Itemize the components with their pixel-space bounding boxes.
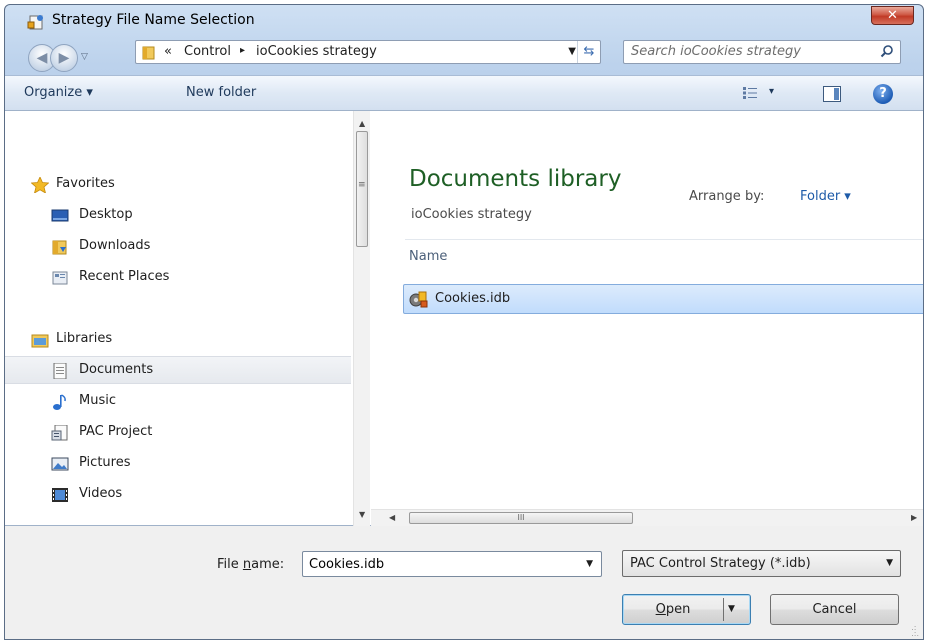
videos-icon (52, 488, 68, 502)
documents-icon (53, 363, 67, 379)
breadcrumb-iocookies-strategy[interactable]: ioCookies strategy (256, 44, 377, 59)
pictures-icon (51, 457, 69, 471)
refresh-button[interactable]: ⇆ (577, 41, 600, 63)
address-bar[interactable]: « Control ▸ ioCookies strategy ▼ ⇆ (135, 40, 601, 64)
breadcrumb-separator-icon[interactable]: ▸ (240, 45, 245, 56)
file-type-value: PAC Control Strategy (*.idb) (630, 556, 811, 571)
file-name-label: Cookies.idb (435, 291, 511, 306)
arrange-by-dropdown[interactable]: Folder ▾ (800, 189, 851, 204)
nav-item-pac-project[interactable]: PAC Project (5, 419, 351, 447)
open-options-dropdown-icon[interactable]: ▼ (728, 595, 735, 624)
nav-item-recent-places[interactable]: Recent Places (5, 264, 351, 292)
nav-item-label: Music (79, 393, 116, 408)
dialog-content: Favorites Desktop Downloads Recent Place… (5, 111, 923, 526)
nav-item-pictures[interactable]: Pictures (5, 450, 351, 478)
file-name-input[interactable] (303, 552, 573, 576)
close-button[interactable]: ✕ (871, 6, 914, 25)
nav-item-label: Downloads (79, 238, 151, 253)
nav-favorites[interactable]: Favorites (5, 171, 351, 199)
nav-item-label: Pictures (79, 455, 131, 470)
library-title: Documents library (409, 166, 622, 192)
search-input[interactable]: Search ioCookies strategy (631, 44, 801, 59)
libraries-icon (31, 334, 49, 348)
nav-item-videos[interactable]: Videos (5, 481, 351, 509)
navigation-bar: ◀ ▶ ▽ « Control ▸ ioCookies strategy ▼ ⇆… (5, 35, 923, 75)
folder-icon (142, 46, 155, 60)
window-title: Strategy File Name Selection (52, 12, 255, 28)
file-name-label: File name: (217, 557, 285, 572)
pac-project-icon (51, 425, 68, 441)
dialog-footer: File name: ▼ PAC Control Strategy (*.idb… (5, 526, 923, 639)
scroll-left-icon[interactable]: ◀ (389, 513, 395, 522)
resize-grip-icon[interactable]: .:.:. (911, 624, 919, 638)
file-type-select[interactable]: PAC Control Strategy (*.idb) ▼ (622, 550, 901, 577)
preview-pane-icon[interactable] (823, 86, 841, 102)
title-bar[interactable]: Strategy File Name Selection ✕ (5, 5, 923, 35)
nav-item-label: Recent Places (79, 269, 170, 284)
file-list-horizontal-scrollbar[interactable]: ◀ III ▶ (371, 509, 923, 526)
navigation-pane-scrollbar[interactable]: ▲ ▼ (353, 111, 370, 526)
open-button-label: Open (655, 602, 691, 617)
nav-item-label: Documents (79, 362, 154, 377)
scrollbar-thumb[interactable]: III (409, 512, 633, 524)
nav-item-music[interactable]: Music (5, 388, 351, 416)
views-dropdown-icon[interactable]: ▾ (769, 86, 774, 97)
file-type-dropdown-icon[interactable]: ▼ (886, 558, 893, 568)
address-overflow-chevron[interactable]: « (164, 44, 172, 59)
nav-item-label: Desktop (79, 207, 133, 222)
forward-arrow-icon: ▶ (58, 50, 70, 66)
open-button[interactable]: Open ▼ (622, 594, 751, 625)
music-icon (53, 394, 66, 410)
recent-places-icon (52, 271, 68, 285)
strategy-app-icon (27, 15, 43, 30)
scroll-up-icon[interactable]: ▲ (359, 119, 365, 128)
nav-favorites-label: Favorites (56, 176, 115, 191)
views-icon[interactable] (742, 86, 758, 100)
search-box[interactable]: Search ioCookies strategy (623, 40, 901, 64)
search-icon[interactable] (880, 44, 894, 58)
file-list-pane: Documents library ioCookies strategy Arr… (371, 111, 923, 525)
scroll-right-icon[interactable]: ▶ (911, 513, 917, 522)
file-row-cookies[interactable]: Cookies.idb (403, 284, 923, 314)
file-name-dropdown-icon[interactable]: ▼ (586, 559, 593, 569)
column-header-divider (405, 239, 923, 240)
refresh-icon: ⇆ (583, 44, 595, 59)
downloads-folder-icon (52, 240, 67, 255)
strategy-file-icon (409, 291, 428, 308)
open-button-divider (723, 598, 724, 621)
desktop-icon (51, 209, 69, 222)
nav-item-label: Videos (79, 486, 123, 501)
file-name-combobox[interactable]: ▼ (302, 551, 602, 577)
star-icon (31, 177, 49, 193)
new-folder-button[interactable]: New folder (186, 85, 256, 100)
nav-item-label: PAC Project (79, 424, 153, 439)
library-subtitle: ioCookies strategy (411, 207, 532, 222)
column-header-name[interactable]: Name (409, 249, 447, 264)
nav-item-desktop[interactable]: Desktop (5, 202, 351, 230)
nav-libraries[interactable]: Libraries (5, 326, 351, 354)
nav-libraries-label: Libraries (56, 331, 113, 346)
address-dropdown-icon[interactable]: ▼ (568, 46, 576, 57)
help-icon[interactable]: ? (873, 84, 893, 104)
file-dialog-window: Strategy File Name Selection ✕ ◀ ▶ ▽ « C… (4, 4, 924, 640)
forward-button[interactable]: ▶ (50, 44, 78, 72)
nav-item-documents[interactable]: Documents (5, 356, 351, 384)
breadcrumb-control[interactable]: Control (184, 44, 231, 59)
nav-item-downloads[interactable]: Downloads (5, 233, 351, 261)
scrollbar-thumb[interactable] (356, 131, 368, 247)
arrange-by-label: Arrange by: (689, 189, 765, 204)
cancel-button[interactable]: Cancel (770, 594, 899, 625)
command-toolbar: Organize ▾ New folder ▾ ? (5, 75, 923, 111)
navigation-pane: Favorites Desktop Downloads Recent Place… (5, 111, 351, 525)
recent-locations-dropdown[interactable]: ▽ (81, 52, 88, 62)
back-arrow-icon: ◀ (36, 50, 48, 66)
organize-button[interactable]: Organize ▾ (24, 85, 93, 100)
scroll-down-icon[interactable]: ▼ (359, 510, 365, 519)
